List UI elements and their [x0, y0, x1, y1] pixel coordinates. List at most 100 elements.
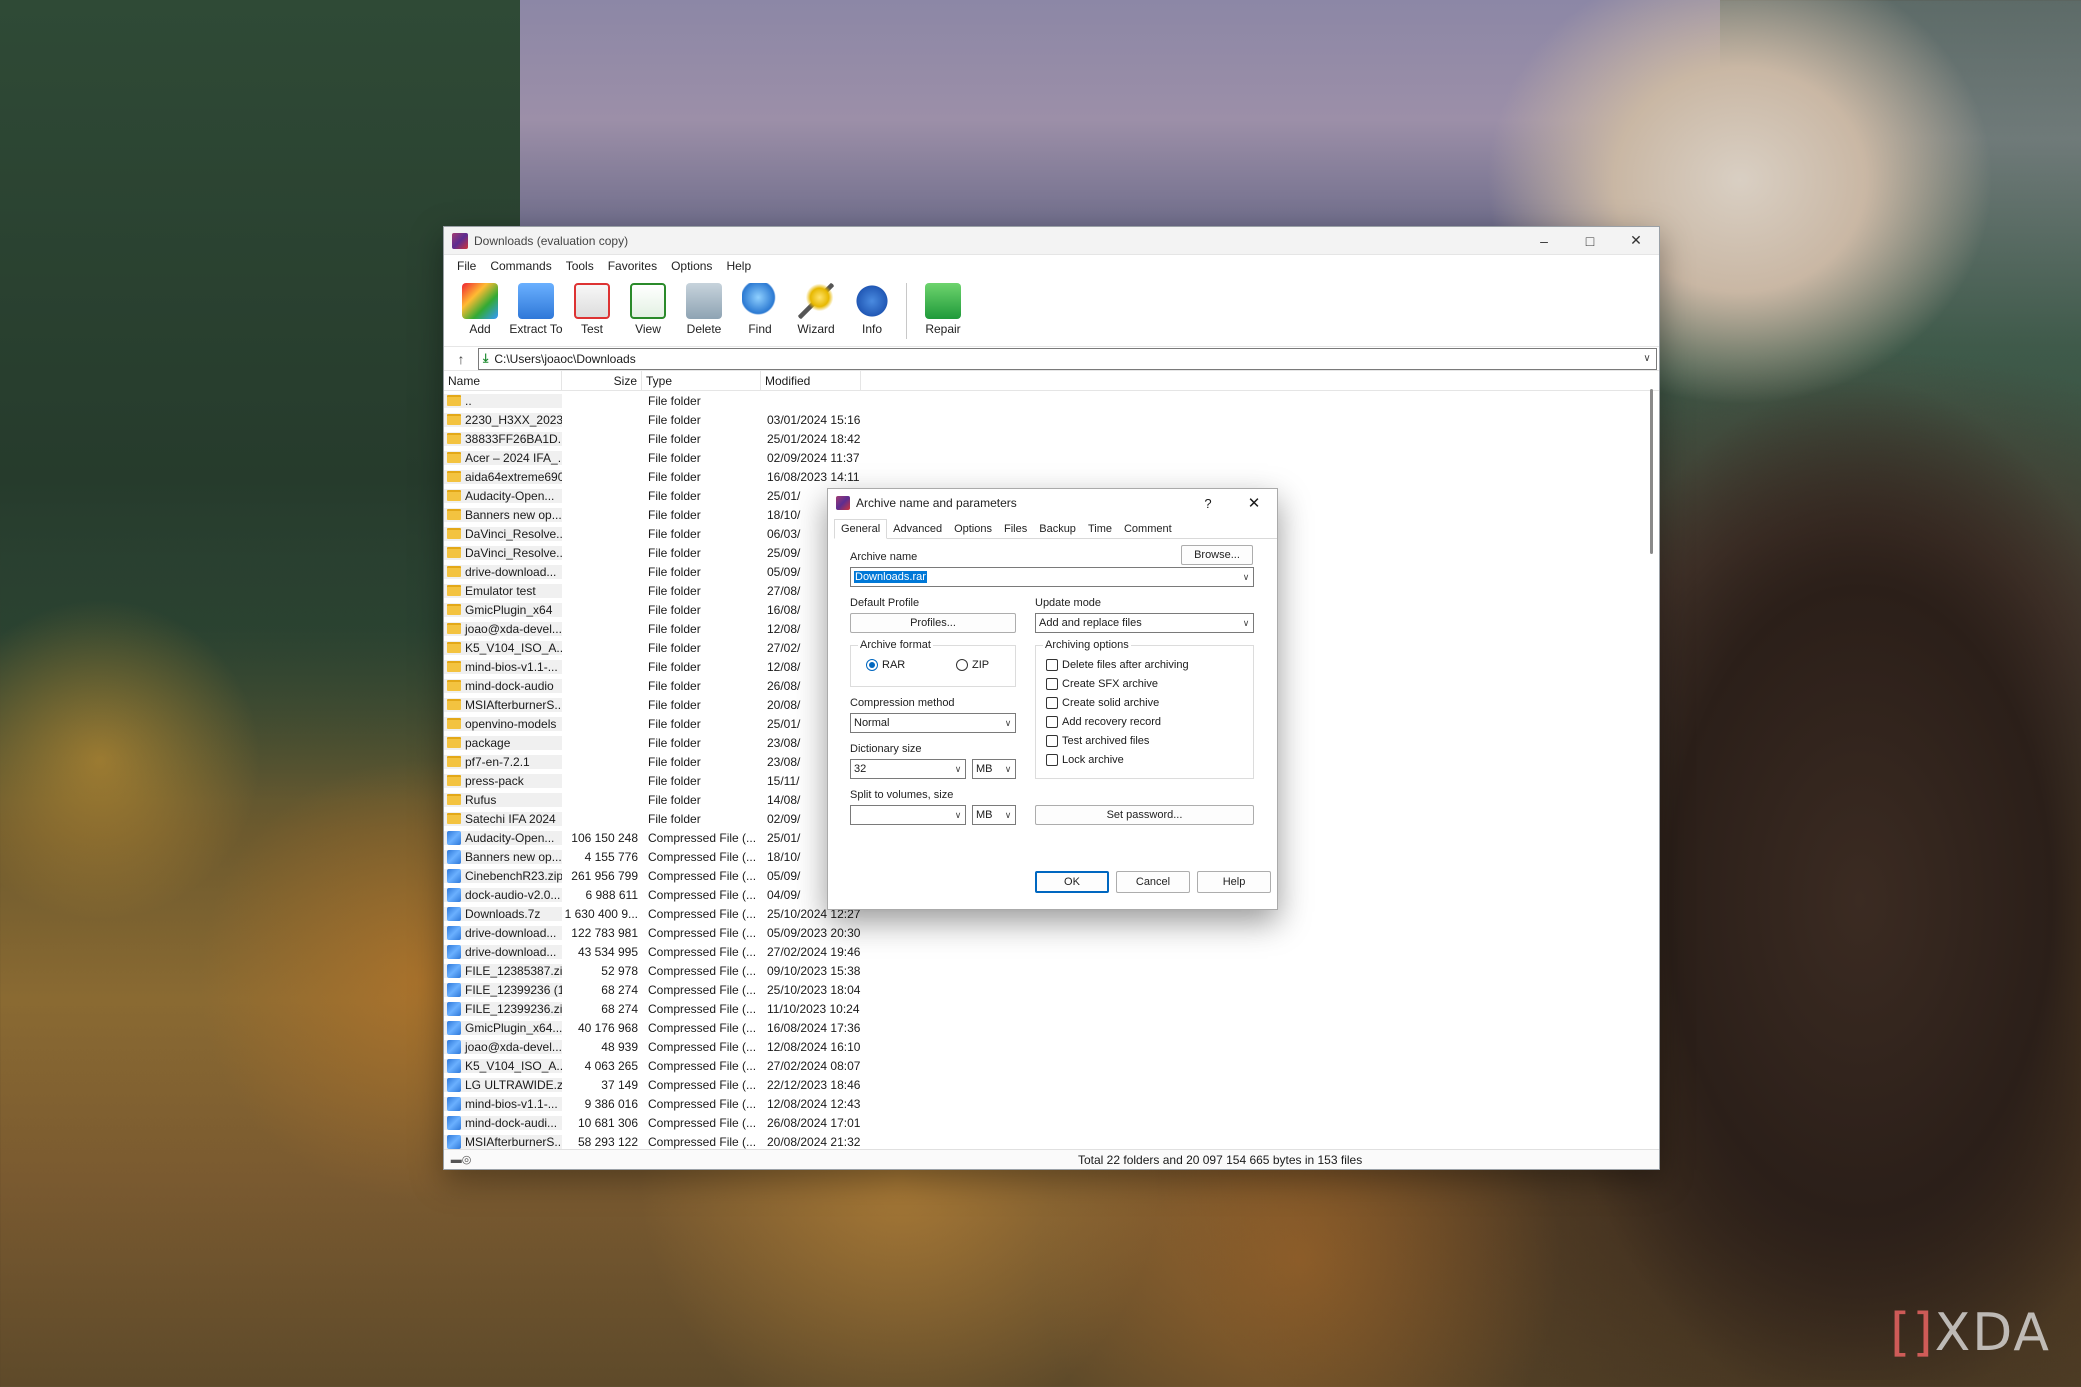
table-row[interactable]: dock-audio-v2.0... 6 988 611 Compressed Fi… [444, 885, 864, 904]
table-row[interactable]: GmicPlugin_x64 File folder 16/08/ [444, 600, 864, 619]
help-question-button[interactable]: ? [1185, 496, 1231, 511]
tab-comment[interactable]: Comment [1118, 523, 1178, 538]
chevron-down-icon[interactable]: ∨ [1239, 572, 1253, 583]
table-row[interactable]: drive-download... 43 534 995 Compressed Fi… [444, 942, 864, 961]
address-field[interactable]: ⤓ C:\Users\joaoc\Downloads ∨ [478, 347, 1657, 370]
dictionary-size-select[interactable]: 32 ∨ [850, 759, 966, 779]
add-button[interactable]: Add [452, 283, 508, 336]
table-row[interactable]: Banners new op... File folder 18/10/ [444, 505, 864, 524]
update-mode-select[interactable]: Add and replace files ∨ [1035, 613, 1254, 633]
table-row[interactable]: Banners new op... 4 155 776 Compressed Fil… [444, 847, 864, 866]
table-row[interactable]: Audacity-Open... 106 150 248 Compressed Fi… [444, 828, 864, 847]
delete-after-archiving-checkbox[interactable]: Delete files after archiving [1046, 659, 1189, 671]
menu-file[interactable]: File [450, 259, 483, 273]
table-row[interactable]: Rufus File folder 14/08/ [444, 790, 864, 809]
table-row[interactable]: .. File folder [444, 391, 864, 410]
table-row[interactable]: DaVinci_Resolve... File folder 25/09/ [444, 543, 864, 562]
menu-favorites[interactable]: Favorites [601, 259, 664, 273]
menu-help[interactable]: Help [719, 259, 758, 273]
browse-button[interactable]: Browse... [1181, 545, 1253, 565]
table-row[interactable]: CinebenchR23.zip 261 956 799 Compressed Fi… [444, 866, 864, 885]
table-row[interactable]: Satechi IFA 2024 File folder 02/09/ [444, 809, 864, 828]
create-sfx-checkbox[interactable]: Create SFX archive [1046, 678, 1158, 690]
table-row[interactable]: pf7-en-7.2.1 File folder 23/08/ [444, 752, 864, 771]
cancel-button[interactable]: Cancel [1116, 871, 1190, 893]
chevron-down-icon[interactable]: ∨ [1239, 618, 1253, 629]
up-folder-button[interactable]: ↑ [444, 351, 478, 367]
menu-options[interactable]: Options [664, 259, 719, 273]
table-row[interactable]: DaVinci_Resolve... File folder 06/03/ [444, 524, 864, 543]
table-row[interactable]: mind-dock-audi... 10 681 306 Compressed Fi… [444, 1113, 864, 1132]
split-volumes-input[interactable]: ∨ [850, 805, 966, 825]
table-row[interactable]: Emulator test File folder 27/08/ [444, 581, 864, 600]
lock-archive-checkbox[interactable]: Lock archive [1046, 754, 1124, 766]
table-row[interactable]: mind-bios-v1.1-... 9 386 016 Compressed Fi… [444, 1094, 864, 1113]
set-password-button[interactable]: Set password... [1035, 805, 1254, 825]
table-row[interactable]: joao@xda-devel... 48 939 Compressed File (… [444, 1037, 864, 1056]
maximize-button[interactable]: □ [1567, 227, 1613, 255]
archive-name-input[interactable]: Downloads.rar ∨ [850, 567, 1254, 587]
table-row[interactable]: MSIAfterburnerS... File folder 20/08/ [444, 695, 864, 714]
table-row[interactable]: joao@xda-devel... File folder 12/08/ [444, 619, 864, 638]
chevron-down-icon[interactable]: ∨ [951, 764, 965, 775]
menu-tools[interactable]: Tools [559, 259, 601, 273]
table-row[interactable]: FILE_12399236 (1... 68 274 Compressed File… [444, 980, 864, 999]
table-row[interactable]: press-pack File folder 15/11/ [444, 771, 864, 790]
column-name[interactable]: Name [444, 370, 562, 391]
table-row[interactable]: drive-download... File folder 05/09/ [444, 562, 864, 581]
info-button[interactable]: Info [844, 283, 900, 336]
repair-button[interactable]: Repair [915, 283, 971, 336]
help-button[interactable]: Help [1197, 871, 1271, 893]
wizard-button[interactable]: Wizard [788, 283, 844, 336]
split-unit-select[interactable]: MB ∨ [972, 805, 1016, 825]
chevron-down-icon[interactable]: ∨ [1001, 718, 1015, 729]
delete-button[interactable]: Delete [676, 283, 732, 336]
tab-general[interactable]: General [834, 519, 888, 539]
table-row[interactable]: 2230_H3XX_2023... File folder 03/01/2024 1… [444, 410, 864, 429]
table-row[interactable]: Acer – 2024 IFA_... File folder 02/09/2024… [444, 448, 864, 467]
tab-files[interactable]: Files [998, 523, 1033, 538]
table-row[interactable]: LG ULTRAWIDE.z... 37 149 Compressed File (… [444, 1075, 864, 1094]
format-zip-radio[interactable]: ZIP [956, 659, 989, 671]
table-row[interactable]: openvino-models File folder 25/01/ [444, 714, 864, 733]
chevron-down-icon[interactable]: ∨ [1001, 810, 1015, 821]
table-row[interactable]: K5_V104_ISO_A... File folder 27/02/ [444, 638, 864, 657]
find-button[interactable]: Find [732, 283, 788, 336]
table-row[interactable]: mind-bios-v1.1-... File folder 12/08/ [444, 657, 864, 676]
table-row[interactable]: drive-download... 122 783 981 Compressed F… [444, 923, 864, 942]
view-button[interactable]: View [620, 283, 676, 336]
drive-icon[interactable]: ▬◎ [444, 1153, 478, 1166]
minimize-button[interactable]: – [1521, 227, 1567, 255]
tab-advanced[interactable]: Advanced [887, 523, 948, 538]
table-row[interactable]: FILE_12399236.zip 68 274 Compressed File (… [444, 999, 864, 1018]
table-row[interactable]: Audacity-Open... File folder 25/01/ [444, 486, 864, 505]
table-row[interactable]: Downloads.7z 1 630 400 9... Compressed Fil… [444, 904, 864, 923]
table-row[interactable]: mind-dock-audio File folder 26/08/ [444, 676, 864, 695]
table-row[interactable]: aida64extreme690 File folder 16/08/2023 14… [444, 467, 864, 486]
chevron-down-icon[interactable]: ∨ [951, 810, 965, 821]
ok-button[interactable]: OK [1035, 871, 1109, 893]
close-dialog-button[interactable]: ✕ [1231, 494, 1277, 512]
profiles-button[interactable]: Profiles... [850, 613, 1016, 633]
vertical-scrollbar[interactable] [1650, 389, 1653, 554]
tab-options[interactable]: Options [948, 523, 998, 538]
column-size[interactable]: Size [562, 370, 642, 391]
table-row[interactable]: 38833FF26BA1D.... File folder 25/01/2024 1… [444, 429, 864, 448]
chevron-down-icon[interactable]: ∨ [1001, 764, 1015, 775]
test-button[interactable]: Test [564, 283, 620, 336]
test-archived-files-checkbox[interactable]: Test archived files [1046, 735, 1149, 747]
tab-backup[interactable]: Backup [1033, 523, 1082, 538]
dictionary-unit-select[interactable]: MB ∨ [972, 759, 1016, 779]
tab-time[interactable]: Time [1082, 523, 1118, 538]
close-window-button[interactable]: ✕ [1613, 227, 1659, 255]
chevron-down-icon[interactable]: ∨ [1638, 353, 1656, 364]
column-modified[interactable]: Modified [761, 370, 861, 391]
extract-to-button[interactable]: Extract To [508, 283, 564, 336]
menu-commands[interactable]: Commands [483, 259, 558, 273]
table-row[interactable]: GmicPlugin_x64... 40 176 968 Compressed Fi… [444, 1018, 864, 1037]
format-rar-radio[interactable]: RAR [866, 659, 905, 671]
table-row[interactable]: FILE_12385387.zip 52 978 Compressed File (… [444, 961, 864, 980]
table-row[interactable]: K5_V104_ISO_A... 4 063 265 Compressed File… [444, 1056, 864, 1075]
column-type[interactable]: Type [642, 370, 761, 391]
table-row[interactable]: package File folder 23/08/ [444, 733, 864, 752]
